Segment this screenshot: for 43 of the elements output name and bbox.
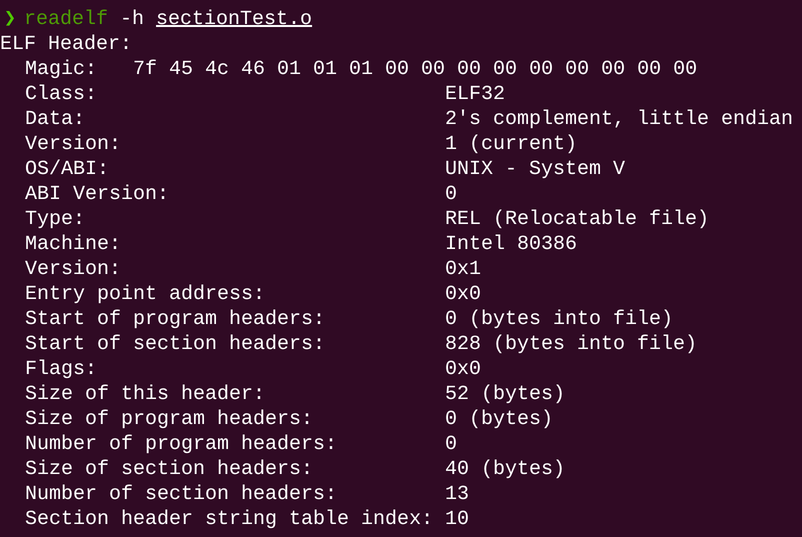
field-label: Version: [25,132,122,157]
field-label: Size of section headers: [25,457,314,482]
prompt-symbol: ❯ [4,7,18,32]
field-label: Flags: [25,357,98,382]
field-label: Machine: [25,232,122,257]
field-label: ABI Version: [25,182,170,207]
field-label: Magic: [25,57,98,82]
magic-bytes: 7f 45 4c 46 01 01 01 00 00 00 00 00 00 00 00 00 [133,57,698,82]
field-label: Data: [25,107,86,132]
field-label: Number of program headers: [25,432,338,457]
file-path: sectionTest.o [156,7,312,32]
command-text: readelf [24,7,108,32]
field-value: 0x0 [445,282,482,307]
field-label: Type: [25,207,86,232]
field-value: 1 (current) [445,132,578,157]
field-value: UNIX - System V [445,157,626,182]
field-label: Start of section headers: [25,332,326,357]
field-value: 828 (bytes into file) [445,332,698,357]
field-value: REL (Relocatable file) [445,207,710,232]
field-label: Size of this header: [25,382,266,407]
field-value: 10 [445,507,470,532]
field-value: 0 [445,182,458,207]
field-value: Intel 80386 [445,232,578,257]
field-value: 2's complement, little endian [445,107,794,132]
output-heading: ELF Header: [0,32,132,57]
field-value: 52 (bytes) [445,382,566,407]
field-label: Section header string table index: [25,507,434,532]
field-label: Size of program headers: [25,407,314,432]
field-label: Number of section headers: [25,482,338,507]
field-value: 0 [445,432,458,457]
field-value: 0 (bytes into file) [445,307,674,332]
field-value: 13 [445,482,470,507]
field-label: Version: [25,257,122,282]
field-value: 0x0 [445,357,482,382]
field-label: OS/ABI: [25,157,110,182]
field-value: 0 (bytes) [445,407,554,432]
command-argument: -h [120,7,144,32]
field-value: 0x1 [445,257,482,282]
field-label: Entry point address: [25,282,266,307]
field-value: ELF32 [445,82,506,107]
field-label: Class: [25,82,98,107]
field-label: Start of program headers: [25,307,326,332]
field-value: 40 (bytes) [445,457,566,482]
